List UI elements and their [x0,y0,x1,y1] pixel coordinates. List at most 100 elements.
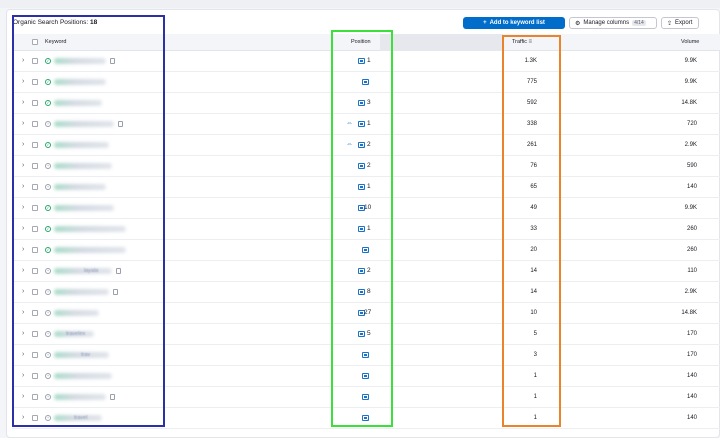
chevron-right-icon[interactable]: › [22,414,24,421]
keyword-text-redacted[interactable] [54,268,112,274]
serp-feature-icon[interactable] [358,184,365,190]
keyword-text-redacted[interactable] [54,310,99,316]
chevron-right-icon[interactable]: › [22,120,24,127]
keyword-text-redacted[interactable] [54,184,106,190]
chevron-right-icon[interactable]: › [22,57,24,64]
chevron-right-icon[interactable]: › [22,309,24,316]
keyword-column-header[interactable]: Keyword [45,39,66,45]
position-column-header[interactable]: Position [351,39,371,45]
keyword-text-redacted[interactable] [54,226,126,232]
serp-feature-icon[interactable] [358,331,365,337]
plus-circle-icon[interactable]: + [45,352,51,358]
plus-circle-icon[interactable]: + [45,373,51,379]
row-checkbox[interactable] [32,163,38,169]
chevron-right-icon[interactable]: › [22,162,24,169]
table-row[interactable] [12,177,720,198]
serp-feature-icon[interactable] [362,373,369,379]
add-to-keyword-list-button[interactable]: + Add to keyword list [463,17,565,29]
row-checkbox[interactable] [32,184,38,190]
chevron-right-icon[interactable]: › [22,351,24,358]
row-checkbox[interactable] [32,310,38,316]
row-checkbox[interactable] [32,373,38,379]
row-checkbox[interactable] [32,289,38,295]
row-checkbox[interactable] [32,79,38,85]
table-row[interactable] [12,282,720,303]
chevron-right-icon[interactable]: › [22,288,24,295]
chevron-right-icon[interactable]: › [22,267,24,274]
serp-feature-icon[interactable] [358,226,365,232]
plus-circle-icon[interactable]: + [45,121,51,127]
table-row[interactable] [12,93,720,114]
row-checkbox[interactable] [32,268,38,274]
keyword-text[interactable]: layala [84,268,98,274]
keyword-text-redacted[interactable] [54,394,106,400]
chevron-right-icon[interactable]: › [22,78,24,85]
row-checkbox[interactable] [32,331,38,337]
row-checkbox[interactable] [32,121,38,127]
keyword-text-redacted[interactable] [54,247,126,253]
keyword-text-redacted[interactable] [54,205,114,211]
chevron-right-icon[interactable]: › [22,141,24,148]
check-circle-icon[interactable]: ✓ [45,205,51,211]
row-checkbox[interactable] [32,394,38,400]
table-row[interactable] [12,324,720,345]
check-circle-icon[interactable]: ✓ [45,79,51,85]
row-checkbox[interactable] [32,142,38,148]
keyword-text-redacted[interactable] [54,163,112,169]
traffic-column-header[interactable]: Traffic ≡ [512,39,532,45]
plus-circle-icon[interactable]: + [45,163,51,169]
keyword-text-redacted[interactable] [54,121,114,127]
chevron-right-icon[interactable]: › [22,330,24,337]
chevron-right-icon[interactable]: › [22,225,24,232]
row-checkbox[interactable] [32,352,38,358]
table-row[interactable] [12,135,720,156]
row-checkbox[interactable] [32,58,38,64]
keyword-text[interactable]: travel [74,415,87,421]
row-checkbox[interactable] [32,226,38,232]
check-circle-icon[interactable]: ✓ [45,100,51,106]
serp-feature-icon[interactable] [362,394,369,400]
keyword-text-redacted[interactable] [54,100,102,106]
keyword-text-redacted[interactable] [54,79,106,85]
serp-feature-icon[interactable] [362,415,369,421]
keyword-text[interactable]: trav [81,352,90,358]
chevron-right-icon[interactable]: › [22,372,24,379]
table-row[interactable] [12,156,720,177]
keyword-text-redacted[interactable] [54,289,109,295]
serp-feature-icon[interactable] [362,352,369,358]
serp-feature-icon[interactable] [362,79,369,85]
row-checkbox[interactable] [32,247,38,253]
plus-circle-icon[interactable]: + [45,289,51,295]
check-circle-icon[interactable]: ✓ [45,58,51,64]
serp-feature-icon[interactable] [358,163,365,169]
keyword-text-redacted[interactable] [54,373,112,379]
plus-circle-icon[interactable]: + [45,415,51,421]
plus-circle-icon[interactable]: + [45,310,51,316]
keyword-text-redacted[interactable] [54,142,109,148]
row-checkbox[interactable] [32,100,38,106]
export-button[interactable]: ⇪ Export [661,17,699,29]
serp-feature-icon[interactable] [358,100,365,106]
chevron-right-icon[interactable]: › [22,246,24,253]
plus-circle-icon[interactable]: + [45,394,51,400]
check-circle-icon[interactable]: ✓ [45,142,51,148]
plus-circle-icon[interactable]: + [45,184,51,190]
serp-feature-icon[interactable] [358,142,365,148]
keyword-text[interactable]: travelex [66,331,85,337]
plus-circle-icon[interactable]: + [45,268,51,274]
manage-columns-button[interactable]: ⚙ Manage columns 4/14 [569,17,657,29]
chevron-right-icon[interactable]: › [22,393,24,400]
chevron-right-icon[interactable]: › [22,99,24,106]
sort-icon[interactable]: ≡ [529,39,533,45]
keyword-text-redacted[interactable] [54,58,106,64]
serp-feature-icon[interactable] [358,268,365,274]
check-circle-icon[interactable]: ✓ [45,226,51,232]
serp-feature-icon[interactable] [358,121,365,127]
serp-feature-icon[interactable] [358,58,365,64]
select-all-checkbox[interactable] [32,39,38,45]
chevron-right-icon[interactable]: › [22,183,24,190]
serp-feature-icon[interactable] [362,247,369,253]
chevron-right-icon[interactable]: › [22,204,24,211]
serp-feature-icon[interactable] [358,289,365,295]
row-checkbox[interactable] [32,415,38,421]
